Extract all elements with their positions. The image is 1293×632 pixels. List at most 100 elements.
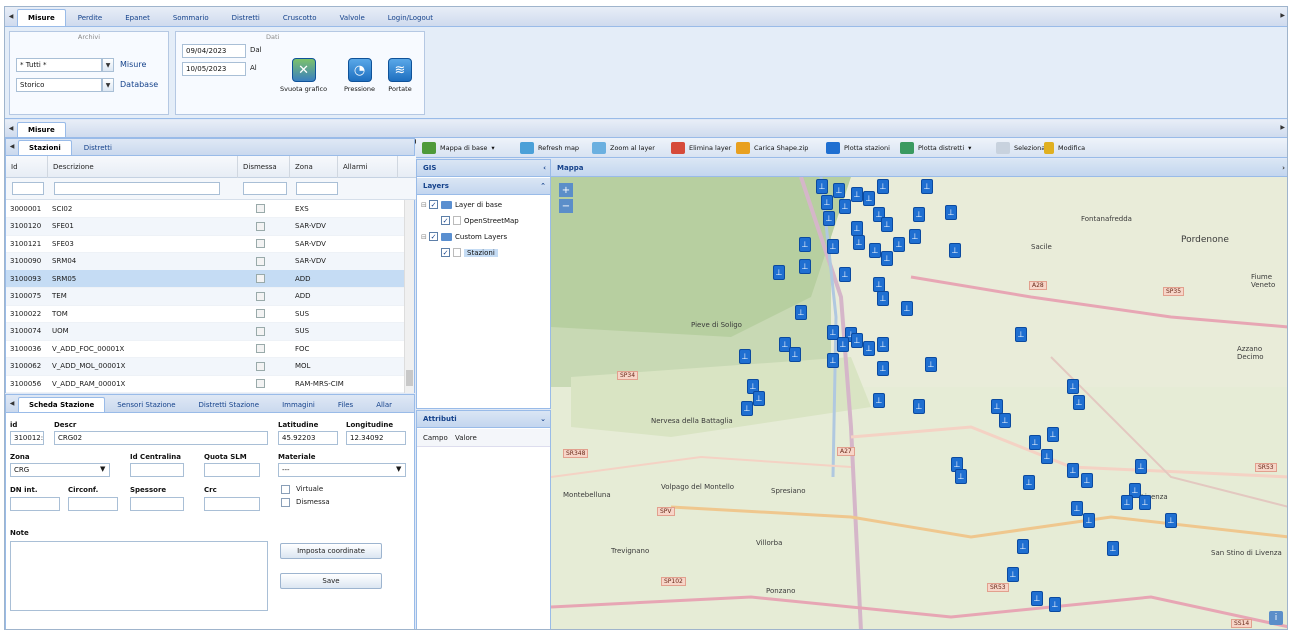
station-pin-icon[interactable]: ⊥ bbox=[853, 235, 865, 250]
station-pin-icon[interactable]: ⊥ bbox=[773, 265, 785, 280]
tab-distretti-stazione[interactable]: Distretti Stazione bbox=[188, 397, 271, 412]
station-pin-icon[interactable]: ⊥ bbox=[877, 179, 889, 194]
tab-distretti-list[interactable]: Distretti bbox=[73, 140, 123, 155]
tab-valvole[interactable]: Valvole bbox=[329, 9, 376, 26]
imposta-coordinate-button[interactable]: Imposta coordinate bbox=[280, 543, 382, 559]
seleziona-button[interactable]: Seleziona bbox=[996, 138, 1045, 158]
zoom-layer-button[interactable]: Zoom al layer bbox=[592, 138, 655, 158]
station-pin-icon[interactable]: ⊥ bbox=[877, 337, 889, 352]
dismessa-checkbox[interactable] bbox=[256, 274, 265, 283]
dismessa-checkbox[interactable] bbox=[256, 291, 265, 301]
elimina-layer-button[interactable]: Elimina layer bbox=[671, 138, 731, 158]
svuota-grafico-button[interactable]: ✕ Svuota grafico bbox=[280, 58, 327, 93]
tab-allarmi[interactable]: Allar bbox=[365, 397, 395, 412]
lat-input[interactable]: 45.92203 bbox=[278, 431, 338, 445]
collapse-right-icon[interactable]: › bbox=[1282, 164, 1285, 172]
station-pin-icon[interactable]: ⊥ bbox=[839, 199, 851, 214]
scrollbar-thumb[interactable] bbox=[406, 370, 413, 386]
col-allarmi[interactable]: Allarmi bbox=[338, 156, 398, 178]
station-pin-icon[interactable]: ⊥ bbox=[901, 301, 913, 316]
station-pin-icon[interactable]: ⊥ bbox=[881, 251, 893, 266]
station-pin-icon[interactable]: ⊥ bbox=[877, 291, 889, 306]
dismessa-checkbox[interactable] bbox=[256, 326, 265, 336]
station-pin-icon[interactable]: ⊥ bbox=[1007, 567, 1019, 582]
carica-shape-button[interactable]: Carica Shape.zip bbox=[736, 138, 808, 158]
quota-input[interactable] bbox=[204, 463, 260, 477]
dismessa-checkbox[interactable] bbox=[256, 239, 265, 248]
dismessa-checkbox[interactable] bbox=[256, 361, 265, 371]
portate-button[interactable]: ≋ Portate bbox=[388, 58, 412, 93]
col-descrizione[interactable]: Descrizione bbox=[48, 156, 238, 178]
filter-descrizione-input[interactable] bbox=[54, 182, 220, 195]
station-pin-icon[interactable]: ⊥ bbox=[893, 237, 905, 252]
station-pin-icon[interactable]: ⊥ bbox=[851, 333, 863, 348]
station-pin-icon[interactable]: ⊥ bbox=[877, 361, 889, 376]
dn-input[interactable] bbox=[10, 497, 60, 511]
tab-scroll-left-icon[interactable]: ◀ bbox=[6, 394, 18, 412]
station-pin-icon[interactable]: ⊥ bbox=[799, 237, 811, 252]
zoom-in-button[interactable]: + bbox=[559, 183, 573, 197]
table-row[interactable]: 3100075 TEM ADD bbox=[6, 287, 404, 306]
station-pin-icon[interactable]: ⊥ bbox=[873, 393, 885, 408]
tab-misure[interactable]: Misure bbox=[17, 9, 66, 26]
table-row[interactable]: 3100093 SRM05 ADD bbox=[6, 270, 404, 288]
plotta-distretti-button[interactable]: Plotta distretti ▾ bbox=[900, 138, 971, 158]
tab-distretti[interactable]: Distretti bbox=[221, 9, 271, 26]
station-pin-icon[interactable]: ⊥ bbox=[1015, 327, 1027, 342]
filter-dismessa-input[interactable] bbox=[243, 182, 287, 195]
filter-select[interactable]: * Tutti * bbox=[16, 58, 102, 72]
zoom-out-button[interactable]: − bbox=[559, 199, 573, 213]
stazioni-checkbox[interactable]: ✓ bbox=[441, 248, 450, 257]
database-label[interactable]: Database bbox=[120, 80, 158, 89]
station-pin-icon[interactable]: ⊥ bbox=[795, 305, 807, 320]
source-select[interactable]: Storico bbox=[16, 78, 102, 92]
chevron-down-icon[interactable]: ▼ bbox=[396, 465, 401, 473]
crc-input[interactable] bbox=[204, 497, 260, 511]
tab-scroll-left-icon[interactable]: ◀ bbox=[5, 119, 17, 137]
tab-cruscotto[interactable]: Cruscotto bbox=[272, 9, 328, 26]
map-canvas[interactable]: + − Fontanafredda Sacile Pordenone Fiume Ve… bbox=[551, 177, 1287, 629]
centralina-input[interactable] bbox=[130, 463, 184, 477]
tab-sommario[interactable]: Sommario bbox=[162, 9, 220, 26]
station-pin-icon[interactable]: ⊥ bbox=[925, 357, 937, 372]
station-pin-icon[interactable]: ⊥ bbox=[839, 267, 851, 282]
station-pin-icon[interactable]: ⊥ bbox=[837, 337, 849, 352]
station-pin-icon[interactable]: ⊥ bbox=[909, 229, 921, 244]
station-pin-icon[interactable]: ⊥ bbox=[991, 399, 1003, 414]
station-pin-icon[interactable]: ⊥ bbox=[1165, 513, 1177, 528]
table-row[interactable]: 3100036 V_ADD_FOC_00001X FOC bbox=[6, 340, 404, 358]
station-pin-icon[interactable]: ⊥ bbox=[827, 353, 839, 368]
table-row[interactable]: 3100056 V_ADD_RAM_00001X RAM-MRS-CIM bbox=[6, 375, 404, 393]
tab-stazioni[interactable]: Stazioni bbox=[18, 140, 72, 155]
station-pin-icon[interactable]: ⊥ bbox=[1081, 473, 1093, 488]
station-pin-icon[interactable]: ⊥ bbox=[1023, 475, 1035, 490]
dismessa-checkbox[interactable] bbox=[256, 221, 265, 231]
chevron-down-icon[interactable]: ▼ bbox=[102, 58, 114, 72]
station-pin-icon[interactable]: ⊥ bbox=[869, 243, 881, 258]
tab-perdite[interactable]: Perdite bbox=[67, 9, 113, 26]
modifica-button[interactable]: Modifica bbox=[1044, 138, 1085, 158]
date-from-input[interactable]: 09/04/2023 bbox=[182, 44, 246, 58]
station-pin-icon[interactable]: ⊥ bbox=[823, 211, 835, 226]
dismessa-checkbox[interactable] bbox=[256, 256, 265, 266]
station-pin-icon[interactable]: ⊥ bbox=[827, 239, 839, 254]
table-row[interactable]: 3000001 SCI02 EXS bbox=[6, 200, 404, 218]
station-pin-icon[interactable]: ⊥ bbox=[955, 469, 967, 484]
virtuale-checkbox[interactable] bbox=[281, 485, 290, 494]
station-pin-icon[interactable]: ⊥ bbox=[863, 341, 875, 356]
station-pin-icon[interactable]: ⊥ bbox=[1041, 449, 1053, 464]
refresh-map-button[interactable]: Refresh map bbox=[520, 138, 579, 158]
layer-checkbox[interactable]: ✓ bbox=[429, 200, 438, 209]
tab-sensori-stazione[interactable]: Sensori Stazione bbox=[106, 397, 186, 412]
station-pin-icon[interactable]: ⊥ bbox=[1107, 541, 1119, 556]
materiale-select[interactable]: --- bbox=[278, 463, 406, 477]
station-pin-icon[interactable]: ⊥ bbox=[1067, 379, 1079, 394]
station-pin-icon[interactable]: ⊥ bbox=[1031, 591, 1043, 606]
custom-checkbox[interactable]: ✓ bbox=[429, 232, 438, 241]
station-pin-icon[interactable]: ⊥ bbox=[873, 277, 885, 292]
station-pin-icon[interactable]: ⊥ bbox=[1135, 459, 1147, 474]
chevron-down-icon[interactable]: ⌄ bbox=[540, 415, 546, 423]
misure-label[interactable]: Misure bbox=[120, 60, 146, 69]
campo-col[interactable]: Campo bbox=[423, 434, 448, 442]
dismessa-checkbox[interactable] bbox=[256, 204, 265, 213]
